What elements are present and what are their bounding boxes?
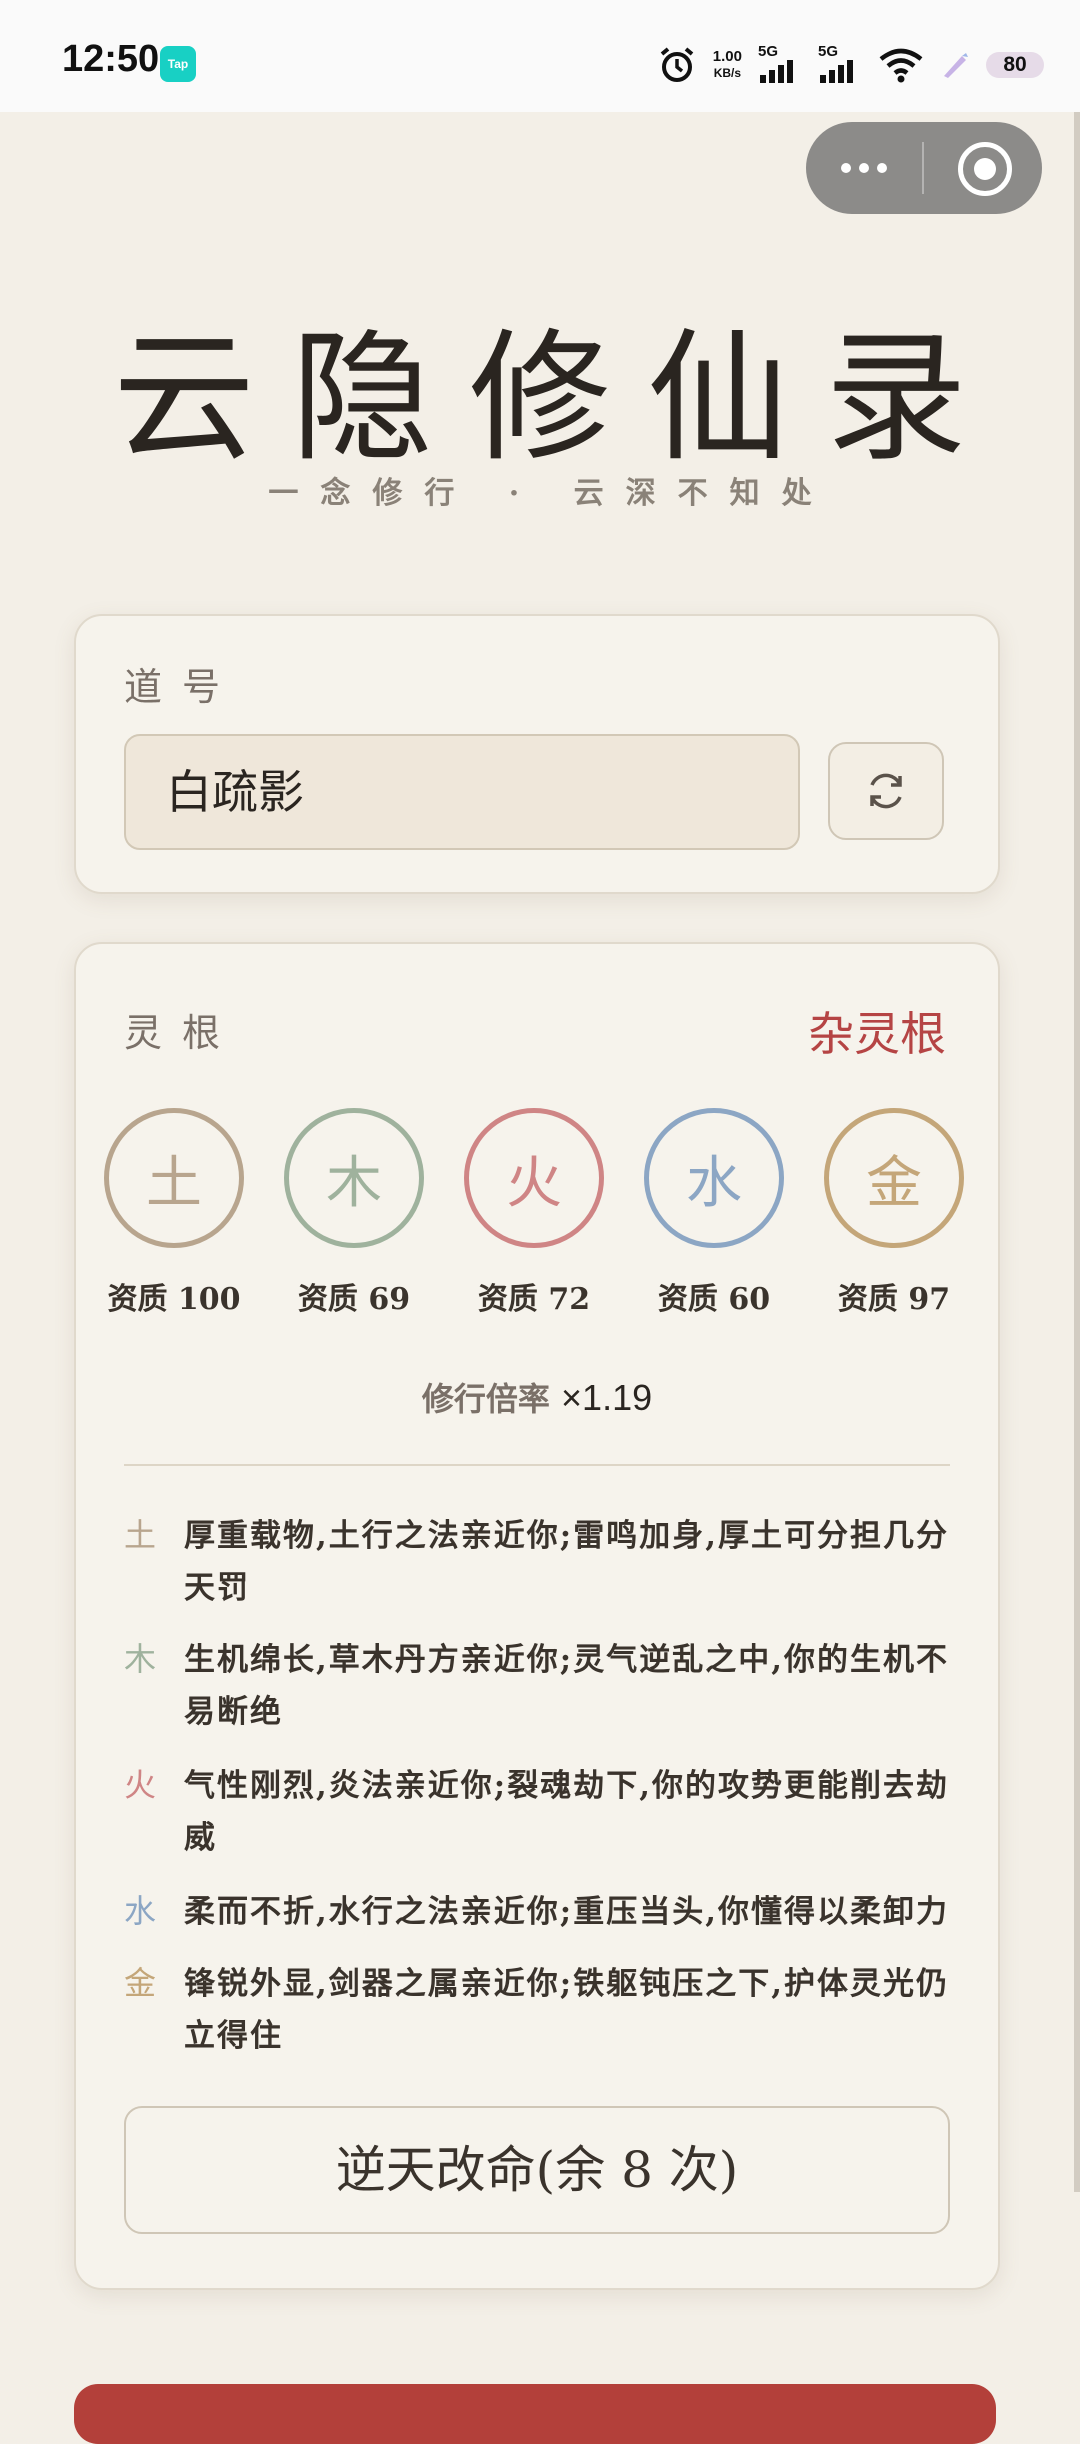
start-cultivation-button[interactable] [74,2384,996,2444]
pen-icon [944,53,968,78]
linggen-type: 杂灵根 [808,1007,946,1061]
close-target-icon[interactable] [958,142,1012,196]
element-fire: 火 资质 72 [464,1108,604,1317]
desc-text: 气性刚烈,炎法亲近你;裂魂劫下,你的攻势更能削去劫威 [184,1768,950,1856]
desc-text: 柔而不折,水行之法亲近你;重压当头,你懂得以柔卸力 [184,1894,950,1930]
daohao-label: 道号 [124,665,241,709]
element-circle: 水 [644,1108,784,1248]
element-circle: 土 [104,1108,244,1248]
element-circle: 金 [824,1108,964,1248]
element-water: 水 资质 60 [644,1108,784,1317]
element-circle: 火 [464,1108,604,1248]
desc-element: 水 [124,1892,157,1930]
status-icons: 1.00 KB/s 5G 5G 80 [657,40,1044,90]
capsule-divider [922,142,924,194]
rate-label: 修行倍率 [421,1380,550,1418]
element-aptitude: 资质 72 [477,1282,591,1317]
status-time: 12:50 [62,38,160,80]
refresh-name-button[interactable] [828,742,944,840]
reroll-fate-button[interactable]: 逆天改命(余 8 次) [124,2106,950,2234]
page-subtitle: 一念修行 · 云深不知处 [268,476,834,511]
wifi-icon [879,48,923,83]
daohao-input[interactable]: 白疏影 [124,734,800,850]
element-earth: 土 资质 100 [104,1108,244,1317]
signal-icon-sim1: 5G [758,43,802,85]
status-bar: 12:50 Tap 1.00 KB/s 5G 5G 80 [0,0,1080,112]
linggen-label: 灵根 [124,1011,241,1055]
cultivation-rate: 修行倍率 ×1.19 [76,1374,998,1420]
desc-text: 锋锐外显,剑器之属亲近你;铁躯钝压之下,护体灵光仍立得住 [184,1966,950,2054]
element-aptitude: 资质 69 [297,1282,411,1317]
rate-value: ×1.19 [561,1377,653,1418]
desc-element: 金 [124,1964,157,2002]
signal-icon-sim2: 5G [818,43,862,85]
linggen-card: 灵根 杂灵根 土 资质 100 木 资质 69 火 资质 72 水 资质 60 … [74,942,1000,2290]
miniprogram-capsule [806,122,1042,214]
divider [124,1464,950,1466]
desc-element: 火 [124,1766,157,1804]
element-aptitude: 资质 100 [107,1282,241,1317]
element-circle: 木 [284,1108,424,1248]
refresh-icon [870,773,902,809]
element-aptitude: 资质 97 [837,1282,951,1317]
desc-element: 木 [124,1640,157,1678]
daohao-card: 道号 白疏影 [74,614,1000,894]
network-speed: 1.00 KB/s [712,48,742,81]
desc-element: 土 [124,1516,157,1554]
element-aptitude: 资质 60 [657,1282,771,1317]
desc-text: 生机绵长,草木丹方亲近你;灵气逆乱之中,你的生机不易断绝 [184,1642,950,1730]
element-wood: 木 资质 69 [284,1108,424,1317]
tap-app-icon: Tap [160,46,196,82]
more-icon[interactable] [806,122,922,214]
element-metal: 金 资质 97 [824,1108,964,1317]
battery-icon: 80 [986,52,1044,78]
desc-text: 厚重载物,土行之法亲近你;雷鸣加身,厚土可分担几分天罚 [184,1518,950,1606]
alarm-icon [660,47,694,82]
page-title: 云隐修仙录 [113,316,1003,481]
